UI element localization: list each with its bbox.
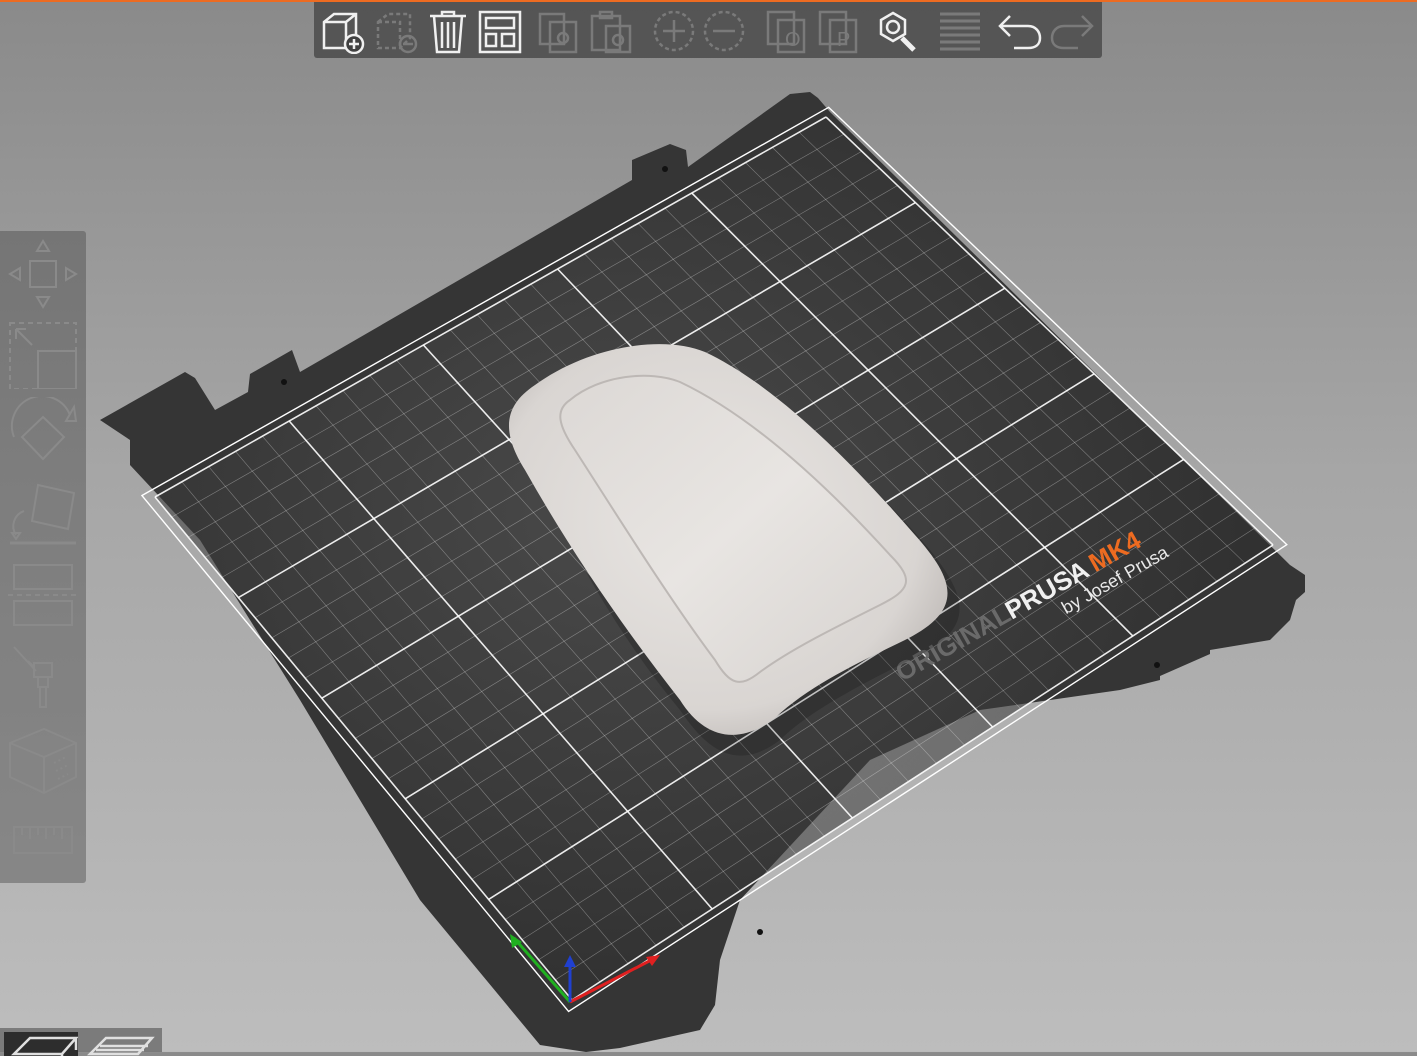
redo-icon: [1050, 15, 1094, 50]
3d-viewport[interactable]: ORIGINAL PRUSA MK4 by Josef Prusa: [0, 0, 1417, 1052]
cube-plus-icon: [322, 12, 365, 54]
place-on-face-icon: [10, 483, 76, 545]
rotate-tool-button[interactable]: [4, 397, 82, 469]
cut-icon: [8, 564, 78, 626]
split-objects-button[interactable]: O: [762, 6, 814, 56]
tab-preview[interactable]: [84, 1032, 158, 1056]
cube-minus-icon: [376, 12, 418, 54]
undo-button[interactable]: [994, 6, 1046, 56]
copy-icon: [538, 12, 578, 54]
scale-tool-button[interactable]: [4, 317, 82, 389]
ruler-icon: [13, 826, 73, 854]
search-button[interactable]: [872, 6, 924, 56]
remove-instance-button[interactable]: [698, 6, 750, 56]
scale-icon: [9, 322, 77, 389]
paint-supports-tool-button[interactable]: [4, 637, 82, 709]
search-icon: [879, 11, 916, 52]
paste-button[interactable]: [586, 6, 638, 56]
layers-editing-button[interactable]: [934, 6, 986, 56]
minus-circle-icon: [703, 10, 745, 52]
place-on-face-tool-button[interactable]: [4, 477, 82, 549]
paint-brush-icon: [13, 646, 53, 708]
tab-3d-view[interactable]: [4, 1032, 78, 1056]
svg-text:P: P: [837, 29, 850, 51]
seam-painting-tool-button[interactable]: [4, 723, 82, 795]
bed-hole: [757, 929, 763, 935]
move-tool-button[interactable]: [4, 237, 82, 309]
delete-button[interactable]: [370, 6, 422, 56]
undo-icon: [998, 15, 1042, 50]
cube-seam-icon: [9, 727, 77, 795]
arrange-button[interactable]: [474, 6, 526, 56]
split-parts-icon: P: [818, 10, 858, 54]
top-toolbar: O P: [314, 2, 1102, 58]
view-tabs: [0, 1028, 162, 1056]
add-instance-button[interactable]: [648, 6, 700, 56]
split-objects-icon: O: [766, 10, 806, 54]
3d-view-icon: [10, 1036, 78, 1056]
bed-hole: [662, 166, 668, 172]
cut-tool-button[interactable]: [4, 557, 82, 629]
plus-circle-icon: [653, 10, 695, 52]
rotate-icon: [11, 397, 78, 461]
layers-icon: [940, 12, 980, 51]
bed-hole: [281, 379, 287, 385]
move-icon: [8, 239, 78, 309]
paste-icon: [590, 10, 632, 54]
redo-button[interactable]: [1046, 6, 1098, 56]
svg-text:O: O: [785, 29, 801, 51]
left-toolbar: [0, 231, 86, 883]
measure-tool-button[interactable]: [4, 807, 82, 879]
preview-icon: [86, 1036, 155, 1056]
add-object-button[interactable]: [316, 6, 368, 56]
trash-icon: [430, 10, 466, 54]
split-parts-button[interactable]: P: [814, 6, 866, 56]
delete-all-button[interactable]: [422, 6, 474, 56]
arrange-icon: [478, 10, 522, 54]
bed-hole: [1154, 662, 1160, 668]
copy-button[interactable]: [534, 6, 586, 56]
